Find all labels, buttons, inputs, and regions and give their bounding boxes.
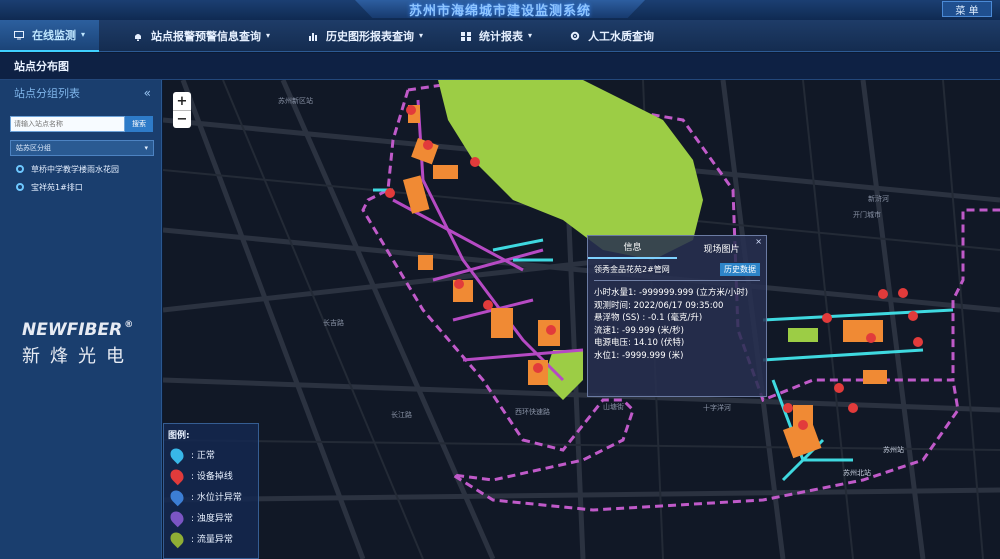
map-label-street: 山塘街 (603, 403, 624, 411)
nav-item-label: 统计报表 (479, 29, 524, 43)
legend-item-normal: : 正常 (167, 444, 254, 465)
nav-item-manual-water-quality[interactable]: 人工水质查询 (556, 20, 668, 52)
page-title: 站点分布图 (0, 53, 1000, 80)
map-label-river: 新浒河 (868, 195, 889, 203)
sidebar: 站点分组列表 « 搜索 姑苏区分组 ▾ 草桥中学教学楼雨水花园 宝祥苑1#排口 … (0, 80, 162, 559)
map-label-area: 开门城市 (853, 211, 881, 219)
nav-item-history-chart-query[interactable]: 历史图形报表查询 ▾ (294, 20, 437, 52)
registered-mark: ® (124, 320, 134, 330)
legend-label: : 设备掉线 (191, 472, 233, 482)
search-button[interactable]: 搜索 (125, 116, 153, 132)
site-list: 草桥中学教学楼雨水花园 宝祥苑1#排口 (0, 160, 161, 196)
zoom-control: + − (173, 92, 191, 128)
reading-hourly-volume: 小时水量1: -999999.999 (立方米/小时) (594, 288, 749, 298)
bell-icon (133, 31, 143, 41)
monitor-icon (14, 30, 24, 40)
popup-body: 小时水量1: -999999.999 (立方米/小时) 观测时间: 2022/0… (588, 281, 766, 362)
popup-site-name: 领秀金品花苑2#管网 (594, 265, 670, 274)
pin-turbidity-icon (167, 508, 187, 527)
legend-item-offline: : 设备掉线 (167, 465, 254, 486)
pin-normal-icon (167, 445, 187, 464)
sidebar-heading: 站点分组列表 (14, 87, 80, 100)
reading-flow-velocity: 流速1: -99.999 (米/秒) (594, 325, 684, 336)
legend-item-turbidity: : 浊度异常 (167, 507, 254, 528)
pin-offline-icon (167, 466, 187, 485)
site-list-item[interactable]: 草桥中学教学楼雨水花园 (0, 160, 161, 178)
chevron-down-icon: ▾ (144, 144, 148, 152)
legend-label: : 流量异常 (191, 535, 233, 545)
nav-item-alarm-query[interactable]: 站点报警预警信息查询 ▾ (119, 20, 284, 52)
app-root: 苏州市海绵城市建设监测系统 菜 单 在线监测 ▾ 站点报警预警信息查询 ▾ 历史… (0, 0, 1000, 559)
app-title: 苏州市海绵城市建设监测系统 (408, 3, 591, 19)
chevron-down-icon: ▾ (528, 31, 533, 40)
legend-title: 图例: (168, 431, 190, 441)
nav-item-online-monitoring[interactable]: 在线监测 ▾ (0, 19, 100, 52)
search-row: 搜索 (10, 116, 161, 132)
nav-item-label: 站点报警预警信息查询 (151, 29, 262, 43)
main-nav: 在线监测 ▾ 站点报警预警信息查询 ▾ 历史图形报表查询 ▾ 统计报表 ▾ 人工… (0, 19, 1000, 52)
legend-label: : 水位计异常 (191, 493, 242, 503)
logo-text-en: NEWFIBER (22, 320, 123, 340)
district-group-select[interactable]: 姑苏区分组 ▾ (10, 140, 154, 156)
nav-item-label: 人工水质查询 (588, 29, 655, 43)
company-logo: NEWFIBER ® 新烽光电 (22, 320, 162, 376)
logo-text-cn: 新烽光电 (22, 346, 134, 367)
popup-tabs: 信息 现场图片 (588, 236, 766, 260)
site-search-input[interactable] (10, 116, 125, 132)
site-radio-icon (16, 165, 24, 173)
site-list-item[interactable]: 宝祥苑1#排口 (0, 178, 161, 196)
menu-button[interactable]: 菜 单 (942, 1, 992, 17)
map-label-road: 长吉路 (323, 319, 344, 327)
close-icon[interactable]: × (755, 237, 762, 246)
zoom-out-button[interactable]: − (173, 110, 191, 128)
chevron-down-icon: ▾ (81, 30, 86, 39)
tab-info[interactable]: 信息 (588, 237, 677, 259)
nav-item-statistics-report[interactable]: 统计报表 ▾ (447, 20, 546, 52)
popup-site-row: 领秀金品花苑2#管网 历史数据 (588, 263, 766, 276)
reading-suspended-solids: 悬浮物 (SS) : -0.1 (毫克/升) (594, 313, 703, 323)
map-legend: 图例: : 正常 : 设备掉线 : 水位计异常 : 浊度异常 : 流量异常 (163, 423, 259, 559)
legend-label: : 浊度异常 (191, 514, 233, 524)
title-bar: 苏州市海绵城市建设监测系统 菜 单 (0, 0, 1000, 20)
chevron-down-icon: ▾ (419, 31, 424, 40)
reading-power-voltage: 电源电压: 14.10 (伏特) (594, 338, 685, 348)
map-label-station: 苏州北站 (843, 469, 871, 477)
pin-water-level-icon (167, 487, 187, 506)
site-info-popup: × 信息 现场图片 领秀金品花苑2#管网 历史数据 小时水量1: -999999… (587, 235, 767, 397)
tab-site-photos[interactable]: 现场图片 (677, 242, 766, 255)
site-name: 宝祥苑1#排口 (31, 182, 83, 192)
nav-item-label: 在线监测 (32, 28, 76, 42)
reading-observe-time: 观测时间: 2022/06/17 09:35:00 (594, 300, 724, 311)
chevron-down-icon: ▾ (266, 31, 271, 40)
site-name: 草桥中学教学楼雨水花园 (31, 164, 119, 174)
grid-icon (461, 31, 472, 41)
zoom-in-button[interactable]: + (173, 92, 191, 110)
site-radio-icon (16, 183, 24, 191)
map-label-station: 苏州站 (883, 446, 904, 454)
nav-item-label: 历史图形报表查询 (326, 29, 415, 43)
bar-chart-icon (308, 31, 318, 41)
map-graphics (163, 80, 1000, 559)
map-canvas[interactable]: 苏州新区站 长江路 长吉路 西环快速路 山塘街 十字洋河 苏州站 苏州北站 开门… (163, 80, 1000, 559)
gear-icon (570, 31, 580, 41)
pin-flow-icon (167, 529, 187, 548)
map-label-river: 十字洋河 (703, 404, 731, 412)
reading-water-level: 水位1: -9999.999 (米) (594, 350, 684, 361)
legend-item-water-level: : 水位计异常 (167, 486, 254, 507)
history-data-button[interactable]: 历史数据 (720, 263, 760, 276)
map-label-station: 苏州新区站 (278, 97, 313, 105)
sidebar-header: 站点分组列表 « (0, 80, 161, 106)
title-plate: 苏州市海绵城市建设监测系统 (355, 0, 645, 18)
map-label-road: 西环快速路 (515, 408, 550, 416)
district-group-label: 姑苏区分组 (16, 144, 51, 152)
collapse-icon[interactable]: « (144, 86, 151, 100)
legend-label: : 正常 (191, 451, 215, 461)
legend-item-flow: : 流量异常 (167, 528, 254, 549)
map-label-road: 长江路 (391, 411, 412, 419)
